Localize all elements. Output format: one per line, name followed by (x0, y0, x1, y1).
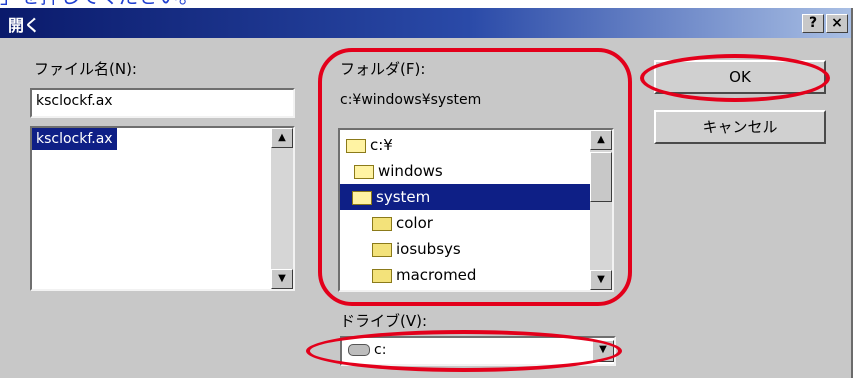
drive-value: c: (348, 342, 386, 358)
scroll-up-button[interactable]: ▲ (590, 130, 612, 150)
tree-item-system[interactable]: system (340, 184, 592, 210)
folder-icon (372, 268, 392, 283)
folder-tree-scrollbar[interactable]: ▲ ▼ (590, 130, 612, 290)
file-name-value: ksclockf.ax (36, 93, 113, 109)
scroll-down-button[interactable]: ▼ (271, 269, 293, 289)
cancel-button[interactable]: キャンセル (654, 110, 826, 144)
scroll-thumb[interactable] (590, 152, 612, 202)
drive-select[interactable]: c: ▼ (340, 336, 616, 366)
folder-label: フォルダ(F): (340, 60, 426, 78)
close-button[interactable]: × (826, 14, 848, 33)
folder-icon (372, 216, 392, 231)
folder-tree[interactable]: c:¥ windows system color iosubsys macrom… (338, 128, 614, 292)
tree-item-macromed[interactable]: macromed (372, 262, 476, 288)
folder-path: c:¥windows¥system (340, 92, 482, 108)
tree-item-color[interactable]: color (372, 210, 433, 236)
chevron-down-icon[interactable]: ▼ (592, 340, 614, 362)
folder-open-icon (354, 164, 374, 179)
file-list-scrollbar[interactable]: ▲ ▼ (271, 128, 293, 289)
drive-icon (348, 344, 370, 356)
dialog-title: 開く (8, 16, 41, 35)
file-name-input[interactable]: ksclockf.ax (30, 88, 295, 118)
tree-item-iosubsys[interactable]: iosubsys (372, 236, 461, 262)
file-list-item[interactable]: ksclockf.ax (32, 128, 117, 150)
file-name-label: ファイル名(N): (34, 60, 137, 78)
tree-item-c-drive[interactable]: c:¥ (346, 132, 393, 158)
help-button[interactable]: ? (802, 14, 824, 33)
folder-open-icon (352, 190, 372, 205)
scroll-up-button[interactable]: ▲ (271, 128, 293, 148)
file-list[interactable]: ksclockf.ax ▲ ▼ (30, 126, 295, 291)
drive-label: ドライブ(V): (340, 312, 428, 330)
ok-button[interactable]: OK (654, 60, 826, 94)
dialog-titlebar[interactable]: 開く ? × (0, 8, 851, 38)
folder-icon (372, 242, 392, 257)
tree-item-windows[interactable]: windows (354, 158, 443, 184)
folder-open-icon (346, 138, 366, 153)
scroll-down-button[interactable]: ▼ (590, 270, 612, 290)
instruction-caption: 」を押してください。 (0, 0, 853, 8)
